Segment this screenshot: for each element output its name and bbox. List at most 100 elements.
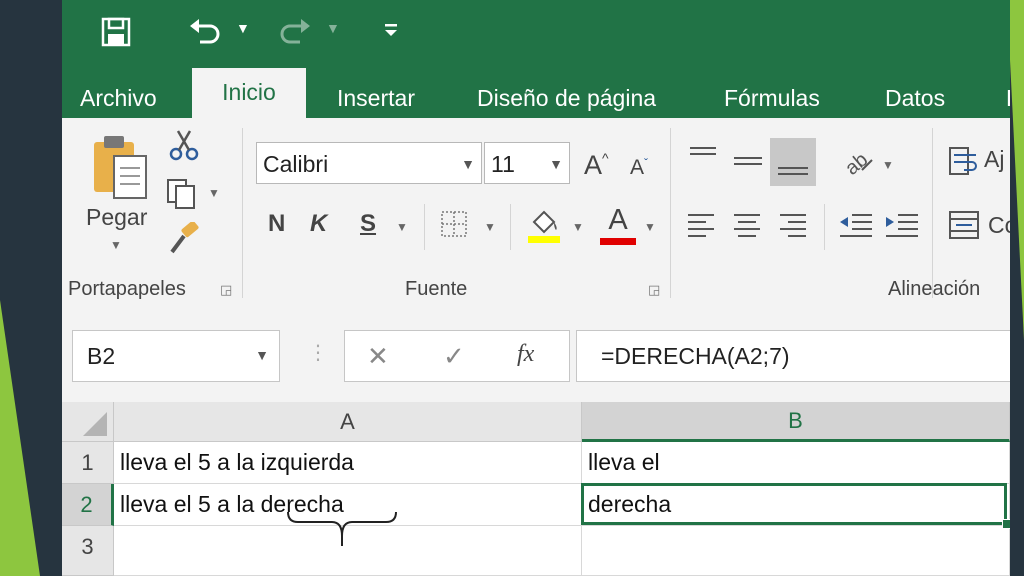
align-bottom-icon (778, 167, 808, 175)
undo-dropdown-icon[interactable]: ▼ (236, 20, 250, 36)
save-icon[interactable] (100, 16, 132, 48)
clipboard-launcher-icon[interactable]: ◲ (220, 282, 232, 298)
font-color-swatch (600, 238, 636, 245)
formula-input[interactable]: =DERECHA(A2;7) (576, 330, 1010, 382)
align-center-icon[interactable] (732, 212, 762, 238)
cell-b1[interactable]: lleva el (582, 442, 1010, 484)
formula-tools: ✕ ✓ fx (344, 330, 570, 382)
wrap-text-icon[interactable] (948, 146, 980, 178)
cut-icon[interactable] (168, 128, 200, 162)
redo-icon[interactable] (278, 16, 312, 46)
caret-down-icon: ˇ (644, 156, 649, 170)
font-launcher-icon[interactable]: ◲ (648, 282, 660, 298)
align-middle-icon[interactable] (732, 148, 764, 174)
borders-icon[interactable] (440, 210, 468, 238)
orientation-icon[interactable]: ab (842, 146, 876, 176)
divider (824, 204, 825, 250)
chevron-down-icon: ▼ (461, 156, 475, 172)
underline-dropdown-icon[interactable]: ▼ (396, 220, 408, 234)
tab-insertar[interactable]: Insertar (337, 78, 415, 118)
customize-qat-icon[interactable] (384, 22, 398, 38)
column-header-b[interactable]: B (582, 402, 1010, 442)
cell-a2-prefix: lleva el 5 a la (120, 491, 261, 517)
enter-icon[interactable]: ✓ (443, 341, 465, 372)
wrap-text-button[interactable]: Aj (984, 146, 1004, 173)
copy-icon[interactable] (166, 178, 198, 210)
worksheet-grid: A B 1 2 3 lleva el 5 a la izquierda llev… (62, 402, 1010, 576)
font-name-combo[interactable]: Calibri ▼ (256, 142, 482, 184)
fill-handle[interactable] (1002, 519, 1010, 529)
tab-revisar[interactable]: R (1006, 78, 1010, 118)
cell-b3[interactable] (582, 526, 1010, 576)
tab-diseno-de-pagina[interactable]: Diseño de página (477, 78, 656, 118)
quick-access-toolbar: ▼ ▼ (62, 0, 1010, 66)
divider (510, 204, 511, 250)
font-name-value: Calibri (263, 151, 329, 177)
font-size-value: 11 (491, 151, 515, 177)
divider (424, 204, 425, 250)
excel-window: ▼ ▼ Archivo Inicio Insertar Diseño de pá… (62, 0, 1010, 576)
font-color-dropdown-icon[interactable]: ▼ (644, 220, 656, 234)
caret-up-icon: ^ (602, 150, 609, 166)
svg-text:ab: ab (842, 149, 872, 176)
increase-indent-icon[interactable] (884, 212, 920, 238)
name-box[interactable]: B2 ▼ (72, 330, 280, 382)
ribbon: Pegar ▼ ▼ Portapapeles ◲ Calibri ▼ 11 ▼ (62, 118, 1010, 307)
borders-dropdown-icon[interactable]: ▼ (484, 220, 496, 234)
align-left-icon[interactable] (686, 212, 716, 238)
insert-function-icon[interactable]: fx (517, 341, 534, 368)
tab-inicio[interactable]: Inicio (192, 68, 306, 118)
underline-button[interactable]: S (360, 210, 376, 238)
format-painter-icon[interactable] (166, 222, 202, 256)
fill-color-icon[interactable] (526, 206, 564, 244)
grow-font-icon: A (584, 150, 603, 180)
bold-button[interactable]: N (268, 210, 285, 238)
font-color-icon: A (608, 204, 628, 236)
fill-color-dropdown-icon[interactable]: ▼ (572, 220, 584, 234)
align-right-icon[interactable] (778, 212, 808, 238)
undo-icon[interactable] (188, 16, 222, 46)
tab-formulas[interactable]: Fórmulas (724, 78, 820, 118)
clipboard-group-label: Portapapeles (68, 278, 186, 300)
grow-font-button[interactable]: A^ (584, 150, 609, 181)
ribbon-tabs: Archivo Inicio Insertar Diseño de página… (62, 66, 1010, 118)
decrease-indent-icon[interactable] (838, 212, 874, 238)
divider (670, 128, 671, 298)
font-group-label: Fuente (405, 278, 468, 300)
shrink-font-button[interactable]: Aˇ (630, 156, 648, 180)
tab-archivo[interactable]: Archivo (80, 78, 157, 118)
shrink-font-icon: A (630, 156, 645, 179)
redo-dropdown-icon[interactable]: ▼ (326, 20, 340, 36)
slide-decoration-left (0, 300, 40, 576)
align-bottom-button[interactable] (770, 138, 816, 186)
formula-bar-grip-icon: ⋮ (308, 342, 328, 364)
row-header-1[interactable]: 1 (62, 442, 114, 484)
font-size-combo[interactable]: 11 ▼ (484, 142, 570, 184)
column-header-a[interactable]: A (114, 402, 582, 442)
align-top-icon[interactable] (688, 144, 718, 170)
paste-dropdown-icon[interactable]: ▼ (110, 238, 122, 252)
divider (932, 128, 933, 298)
row-header-2[interactable]: 2 (62, 484, 114, 526)
copy-dropdown-icon[interactable]: ▼ (208, 186, 220, 200)
font-color-button[interactable]: A (600, 204, 636, 245)
active-cell-border (581, 483, 1007, 525)
select-all-icon (82, 412, 107, 436)
brace-annotation-icon (287, 511, 397, 546)
select-all-corner[interactable] (62, 402, 114, 442)
merge-center-button[interactable]: Co (988, 212, 1010, 239)
alignment-group-label: Alineación (888, 278, 981, 300)
paste-icon[interactable] (90, 132, 152, 202)
cell-a1[interactable]: lleva el 5 a la izquierda (114, 442, 582, 484)
slide-decoration-right (1010, 0, 1024, 340)
formula-text: =DERECHA(A2;7) (601, 343, 790, 369)
chevron-down-icon: ▼ (549, 156, 563, 172)
italic-button[interactable]: K (310, 210, 327, 238)
cancel-icon[interactable]: ✕ (367, 341, 389, 372)
row-header-3[interactable]: 3 (62, 526, 114, 576)
tab-datos[interactable]: Datos (885, 78, 945, 118)
chevron-down-icon: ▼ (255, 347, 269, 363)
paste-button[interactable]: Pegar (86, 204, 147, 231)
orientation-dropdown-icon[interactable]: ▼ (882, 158, 894, 172)
merge-center-icon[interactable] (948, 210, 980, 240)
